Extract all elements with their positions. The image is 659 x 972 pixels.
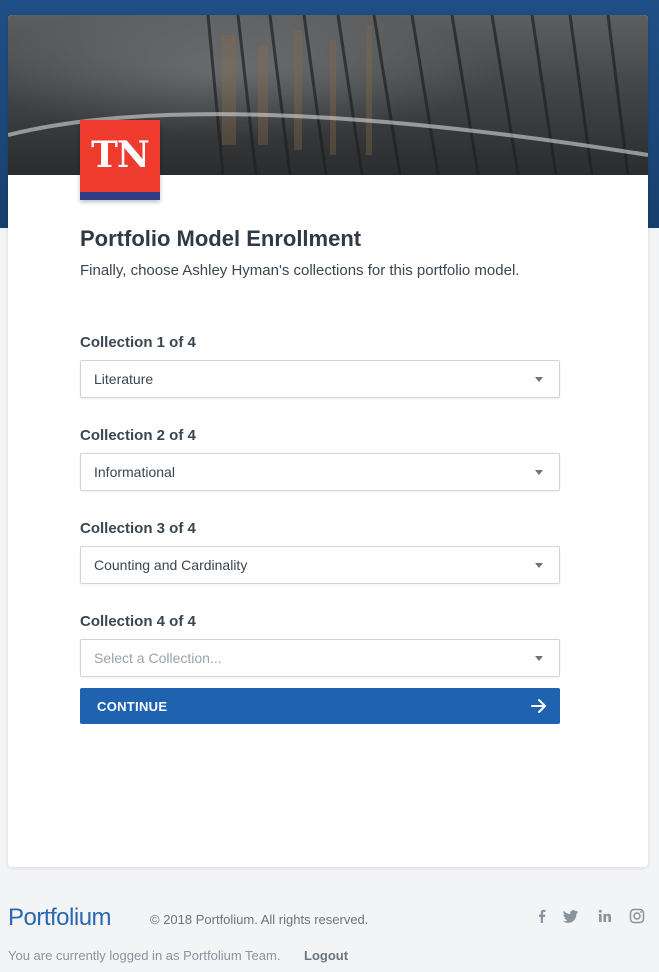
collection-4-placeholder: Select a Collection... <box>94 650 222 666</box>
page-title: Portfolio Model Enrollment <box>80 226 362 251</box>
portfolium-logo[interactable]: Portfolium <box>8 904 112 932</box>
twitter-icon[interactable] <box>563 908 579 924</box>
collection-1-select[interactable]: Literature <box>80 360 560 398</box>
collection-1-value: Literature <box>94 371 154 387</box>
arrow-right-icon <box>531 699 546 713</box>
tn-logo-text: TN <box>91 134 150 176</box>
logout-link[interactable]: Logout <box>304 948 348 963</box>
chevron-down-icon <box>535 656 543 661</box>
page-subtitle: Finally, choose Ashley Hyman's collectio… <box>80 262 520 279</box>
instagram-icon[interactable] <box>629 908 645 924</box>
chevron-down-icon <box>535 563 543 568</box>
chevron-down-icon <box>535 377 543 382</box>
logged-in-text: You are currently logged in as Portfoliu… <box>8 948 281 963</box>
collection-3-value: Counting and Cardinality <box>94 557 248 573</box>
copyright-text: © 2018 Portfolium. All rights reserved. <box>150 912 369 927</box>
collection-4-label: Collection 4 of 4 <box>80 613 196 630</box>
collection-3-label: Collection 3 of 4 <box>80 520 196 537</box>
collection-2-label: Collection 2 of 4 <box>80 427 196 444</box>
chevron-down-icon <box>535 470 543 475</box>
collection-2-select[interactable]: Informational <box>80 453 560 491</box>
continue-button[interactable]: CONTINUE <box>80 688 560 724</box>
collection-1-label: Collection 1 of 4 <box>80 334 196 351</box>
collection-3-select[interactable]: Counting and Cardinality <box>80 546 560 584</box>
linkedin-icon[interactable] <box>597 908 613 924</box>
tn-logo-stripe <box>80 192 160 200</box>
facebook-icon[interactable] <box>534 908 550 924</box>
continue-label: CONTINUE <box>97 699 168 714</box>
collection-2-value: Informational <box>94 464 175 480</box>
tn-logo: TN <box>80 120 160 200</box>
collection-4-select[interactable]: Select a Collection... <box>80 639 560 677</box>
